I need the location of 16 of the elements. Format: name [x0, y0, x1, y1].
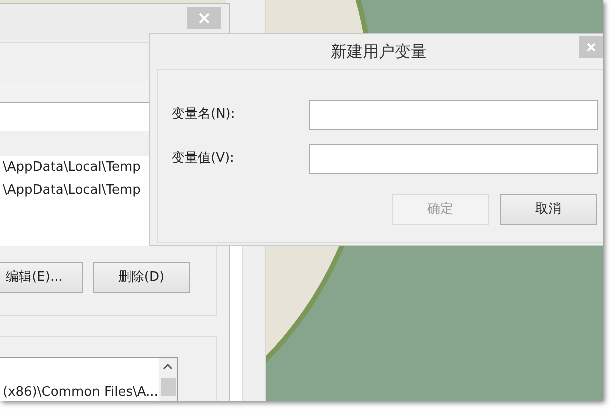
field-label: 变量值(V):: [172, 150, 236, 168]
close-icon: [198, 12, 210, 24]
list-item[interactable]: \AppData\Local\Temp: [3, 183, 141, 198]
button[interactable]: 编辑(E)...: [0, 262, 83, 293]
scrollbar[interactable]: [159, 358, 177, 401]
close-icon: [587, 42, 596, 52]
field-label: 变量名(N):: [172, 106, 236, 124]
close-button[interactable]: [187, 7, 221, 29]
input-field[interactable]: [309, 144, 598, 174]
list-item[interactable]: \AppData\Local\Temp: [3, 160, 141, 175]
button[interactable]: 取消: [500, 194, 597, 225]
button[interactable]: 删除(D): [93, 262, 190, 293]
scroll-up-icon: [163, 364, 173, 370]
dialog-title: 新建用户变量: [331, 40, 427, 62]
close-button[interactable]: [579, 36, 603, 58]
input-field[interactable]: [309, 100, 598, 130]
